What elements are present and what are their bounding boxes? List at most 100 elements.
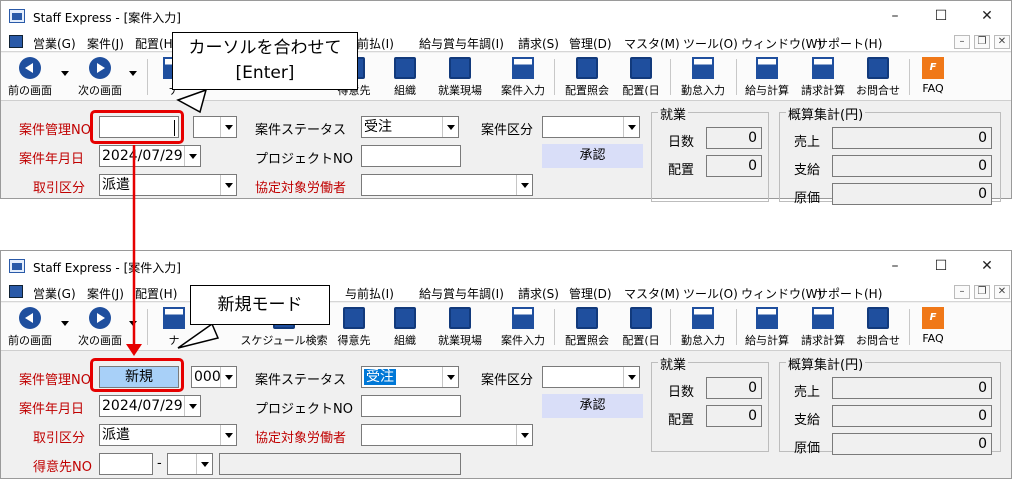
org-button[interactable]: 組織 [385,305,425,349]
menu-assign[interactable]: 配置(H) [135,285,177,302]
client-button[interactable]: 得意先 [331,305,377,349]
date-picker[interactable]: 2024/07/29 [99,145,201,167]
case-input-icon [512,307,534,329]
toolbar-separator [670,59,671,95]
window-menu-icon[interactable] [9,285,23,298]
salary-button[interactable]: 給与計算 [741,305,793,349]
prev-screen-button[interactable]: 前の画面 [5,305,55,349]
menu-support[interactable]: サポート(H) [816,35,882,52]
window-menu-icon[interactable] [9,35,23,48]
menu-sales[interactable]: 営業(G) [33,35,76,52]
site-button[interactable]: 就業現場 [433,55,487,99]
menu-sales[interactable]: 営業(G) [33,285,76,302]
project-input[interactable] [361,395,461,417]
client-no-sub-select[interactable] [167,453,213,475]
cost-label: 原価 [794,441,821,456]
menu-case[interactable]: 案件(J) [87,285,124,302]
next-dropdown-icon[interactable] [129,321,137,326]
menu-payroll[interactable]: 給与賞与年調(I) [419,35,504,52]
salary-button[interactable]: 給与計算 [741,55,793,99]
mdi-close-button[interactable]: ✕ [994,35,1010,49]
billing-button[interactable]: 請求計算 [797,305,849,349]
prev-dropdown-icon[interactable] [61,71,69,76]
category-select[interactable] [542,366,640,388]
case-input-button[interactable]: 案件入力 [497,305,549,349]
next-screen-button[interactable]: 次の画面 [75,305,125,349]
menu-window[interactable]: ウィンドウ(W) [741,35,822,52]
people-day-icon [630,307,652,329]
menu-advance[interactable]: 与前払(I) [345,285,394,302]
billing-button[interactable]: 請求計算 [797,55,849,99]
summary-title: 概算集計(円) [786,354,866,373]
nav-button[interactable]: ナ [161,305,187,349]
agreement-select[interactable] [361,174,533,196]
menu-billing[interactable]: 請求(S) [518,35,559,52]
status-select[interactable]: 受注 [361,366,459,388]
inquiry-button[interactable]: お問合せ [853,55,903,99]
assign-view-button[interactable]: 配置照会 [561,305,613,349]
assign-view-button[interactable]: 配置照会 [561,55,613,99]
trade-select[interactable]: 派遣 [99,424,237,446]
status-select[interactable]: 受注 [361,116,459,138]
mdi-minimize-button[interactable]: – [954,285,970,299]
pay-label: 支給 [794,413,821,428]
prev-screen-button[interactable]: 前の画面 [5,55,55,99]
chevron-down-icon [220,175,236,195]
next-screen-button[interactable]: 次の画面 [75,55,125,99]
date-picker[interactable]: 2024/07/29 [99,395,201,417]
agreement-select[interactable] [361,424,533,446]
mdi-restore-button[interactable]: ❐ [974,35,990,49]
back-arrow-icon [19,57,41,79]
mdi-minimize-button[interactable]: – [954,35,970,49]
assign-day-button[interactable]: 配置(日 [619,305,663,349]
approve-button[interactable]: 承認 [542,144,643,168]
prev-dropdown-icon[interactable] [61,321,69,326]
org-button[interactable]: 組織 [385,55,425,99]
attendance-button[interactable]: 勤怠入力 [677,305,729,349]
menu-master[interactable]: マスタ(M) [624,35,680,52]
chevron-down-icon [442,367,458,387]
menu-payroll[interactable]: 給与賞与年調(I) [419,285,504,302]
case-no-sub-select[interactable] [193,116,237,138]
callout-enter-line1: カーソルを合わせて [188,38,342,58]
close-button[interactable]: ✕ [965,255,1009,277]
agreement-label: 協定対象労働者 [255,431,347,446]
menu-admin[interactable]: 管理(D) [569,285,612,302]
menu-case[interactable]: 案件(J) [87,35,124,52]
close-button[interactable]: ✕ [965,5,1009,27]
inquiry-button[interactable]: お問合せ [853,305,903,349]
menu-tools[interactable]: ツール(O) [683,285,738,302]
client-no-input[interactable] [99,453,153,475]
project-input[interactable] [361,145,461,167]
faq-button[interactable]: F FAQ [917,55,949,99]
case-no-sub-select[interactable]: 000 [191,366,237,388]
menu-window[interactable]: ウィンドウ(W) [741,285,822,302]
billing-label: 請求計算 [801,334,845,347]
maximize-button[interactable]: ☐ [919,255,963,277]
trade-select[interactable]: 派遣 [99,174,237,196]
category-select[interactable] [542,116,640,138]
next-dropdown-icon[interactable] [129,71,137,76]
mdi-close-button[interactable]: ✕ [994,285,1010,299]
mdi-restore-button[interactable]: ❐ [974,285,990,299]
menu-admin[interactable]: 管理(D) [569,35,612,52]
maximize-button[interactable]: ☐ [919,5,963,27]
menu-support[interactable]: サポート(H) [816,285,882,302]
menu-billing[interactable]: 請求(S) [518,285,559,302]
case-input-button[interactable]: 案件入力 [497,55,549,99]
assign-day-button[interactable]: 配置(日 [619,55,663,99]
menu-tools[interactable]: ツール(O) [683,35,738,52]
site-button[interactable]: 就業現場 [433,305,487,349]
attendance-button[interactable]: 勤怠入力 [677,55,729,99]
faq-icon: F [922,57,944,79]
approve-button[interactable]: 承認 [542,394,643,418]
case-no-sub-value: 000 [194,369,221,385]
minimize-button[interactable]: – [873,5,917,27]
menu-master[interactable]: マスタ(M) [624,285,680,302]
assign-count-label: 配置 [668,413,695,428]
client-no-dash: - [157,456,162,471]
minimize-button[interactable]: – [873,255,917,277]
faq-button[interactable]: F FAQ [917,305,949,349]
calculator-icon [756,307,778,329]
inquiry-icon [867,57,889,79]
